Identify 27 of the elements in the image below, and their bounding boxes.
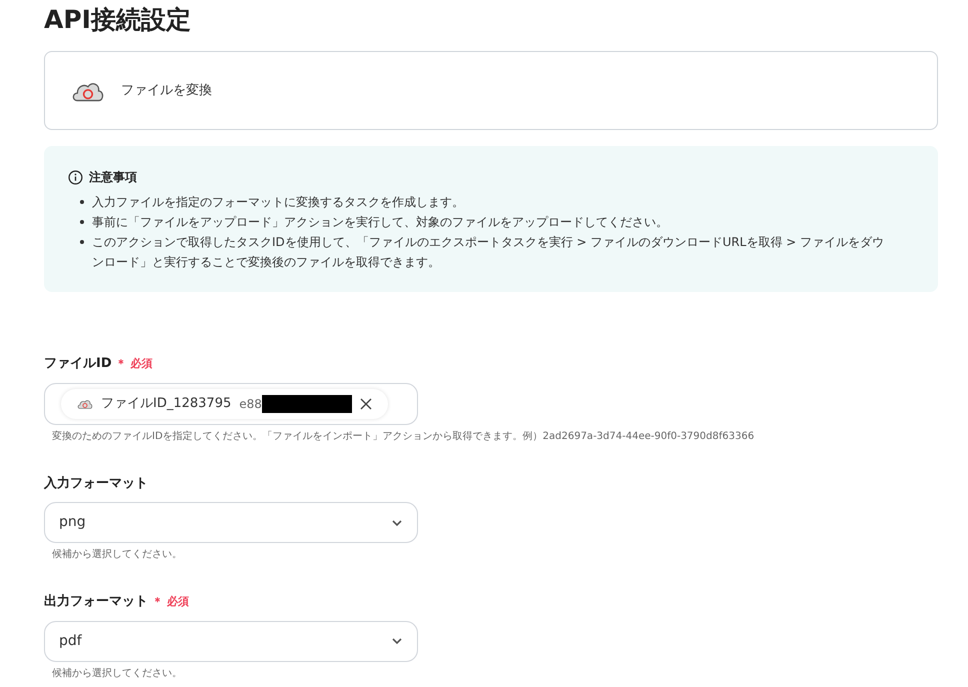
page-title: API接続設定	[44, 4, 192, 36]
field-label: 出力フォーマット	[44, 593, 148, 611]
help-text: 候補から選択してください。	[52, 548, 183, 562]
notice-item: このアクションで取得したタスクIDを使用して、「ファイルのエクスポートタスクを実行 > ファイルのダウンロードURLを取得 > ファイルをダウンロード」と実行することで変換後のファイルを取得できます。	[92, 234, 885, 271]
bullet-icon	[80, 220, 84, 224]
file-chip[interactable]: ファイルID_1283795 e88	[61, 388, 388, 418]
file-id-field[interactable]: ファイルID_1283795 e88	[44, 382, 418, 424]
bullet-icon	[80, 200, 84, 204]
notice-heading: 注意事項	[89, 169, 137, 186]
action-label: ファイルを変換	[121, 82, 212, 100]
chip-file-id: e88	[239, 396, 262, 412]
format-select[interactable]: pdf	[44, 620, 418, 662]
cloud-sync-icon	[77, 398, 93, 410]
help-text: 候補から選択してください。	[52, 666, 183, 680]
help-text: 変換のためのファイルIDを指定してください。「ファイルをインポート」アクションから取得できます。例）2ad2697a-3d74-44ee-90f0-3790d8f63366	[52, 430, 756, 444]
chip-file-name: ファイルID_1283795	[101, 394, 232, 413]
close-icon[interactable]	[360, 398, 372, 410]
format-select[interactable]: png	[44, 502, 418, 543]
required-mark: ＊ 必須	[152, 594, 189, 610]
info-icon	[68, 170, 83, 184]
notice-item: 事前に「ファイルをアップロード」アクションを実行して、対象のファイルをアップロードしてください。	[92, 214, 669, 231]
required-mark: ＊ 必須	[116, 356, 152, 372]
notice-item: 入力ファイルを指定のフォーマットに変換するタスクを作成します。	[92, 194, 465, 211]
action-card[interactable]: ファイルを変換	[44, 51, 938, 130]
field-label: 入力フォーマット	[44, 474, 148, 492]
field-label: ファイルID	[44, 355, 112, 373]
bullet-icon	[80, 240, 84, 244]
